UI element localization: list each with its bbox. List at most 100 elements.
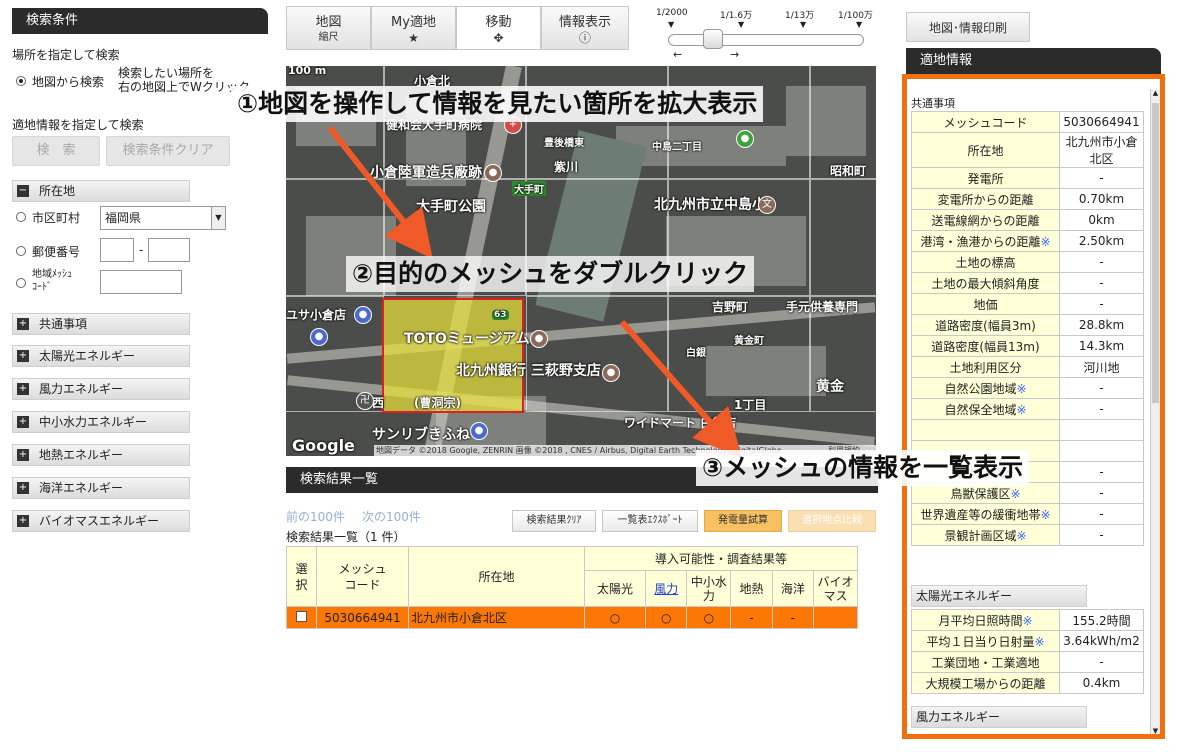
slider-thumb[interactable] [703, 29, 723, 49]
category-small-hydro[interactable]: + 中小水力エネルギー [12, 411, 190, 433]
note-link[interactable]: ※ [1022, 614, 1032, 628]
next-page-link[interactable]: 次の100件 [362, 508, 421, 525]
category-geothermal[interactable]: + 地熱エネルギー [12, 444, 190, 466]
my-site-button[interactable]: My適地 ★ [371, 6, 456, 50]
mesh-cell[interactable] [668, 66, 810, 179]
place-icon[interactable]: ● [530, 330, 548, 348]
info-key: 大規模工場からの距離 [911, 672, 1060, 694]
shop-icon[interactable]: ● [354, 306, 372, 324]
row-biomass [813, 606, 858, 629]
category-label: 地熱エネルギー [39, 448, 124, 462]
zoom-out-arrow-icon[interactable]: → [730, 48, 739, 61]
note-link[interactable]: ※ [1040, 508, 1050, 522]
info-key-text: 平均１日当り日射量 [926, 634, 1035, 649]
search-button[interactable]: 検 索 [12, 136, 100, 166]
info-key-text: 景観計画区域 [944, 528, 1017, 543]
col-select: 選択 [286, 546, 317, 607]
info-value: 北九州市小倉北区 [1059, 132, 1144, 168]
zoom-in-arrow-icon[interactable]: ← [673, 48, 682, 61]
info-key-text: 変電所からの距離 [937, 192, 1034, 207]
col-select-2: 択 [295, 577, 308, 592]
scroll-down-icon[interactable]: ▼ [1151, 727, 1160, 734]
bank-icon[interactable]: ● [602, 364, 620, 382]
postal-code-field-2[interactable] [148, 238, 190, 262]
col-mesh-2: コード [344, 577, 381, 592]
move-button[interactable]: 移動 ✥ [456, 6, 541, 50]
fuel-icon[interactable]: ● [310, 328, 328, 346]
mesh-code-field[interactable] [100, 270, 182, 294]
map-label: TOTOミュージアム [404, 331, 530, 347]
mesh-cell[interactable] [526, 66, 668, 179]
note-link[interactable]: ※ [1016, 382, 1026, 396]
col-wind[interactable]: 風力 [645, 570, 688, 607]
category-common[interactable]: + 共通事項 [12, 313, 190, 335]
info-display-button[interactable]: 情報表示 ⓘ [541, 6, 629, 50]
mesh-code-label-1: 地域ﾒｯｼｭ [32, 269, 72, 280]
col-biomass: バイオマス [813, 570, 858, 607]
mesh-code-radio[interactable] [16, 278, 26, 288]
info-row: 月平均日照時間※ 155.2時間 [911, 609, 1144, 631]
postal-radio[interactable] [16, 246, 26, 256]
map-tool-button[interactable]: 地図 縮尺 [286, 6, 371, 50]
hospital-icon[interactable]: ● [736, 130, 754, 148]
note-link[interactable]: ※ [1034, 635, 1044, 649]
slider-track[interactable] [668, 34, 864, 46]
municipality-radio[interactable] [16, 212, 26, 222]
info-value: - [1059, 524, 1144, 546]
note-link[interactable]: ※ [1040, 235, 1050, 249]
info-key-text: 土地の標高 [955, 255, 1016, 270]
tick-icon: ▼ [800, 20, 807, 29]
row-checkbox-cell[interactable] [286, 606, 317, 629]
col-location: 所在地 [408, 546, 585, 607]
info-key: 送電線網からの距離 [911, 209, 1060, 231]
map-search-radio[interactable] [16, 76, 26, 86]
section-wind: 風力エネルギー [911, 706, 1087, 728]
clear-conditions-button[interactable]: 検索条件クリア [106, 136, 230, 166]
scroll-up-icon[interactable]: ▲ [1151, 89, 1160, 101]
export-list-button[interactable]: 一覧表ｴｸｽﾎﾟｰﾄ [602, 510, 698, 532]
row-solar: ○ [583, 606, 647, 629]
postal-separator: - [139, 243, 144, 257]
power-estimate-button[interactable]: 発電量試算 [704, 510, 782, 532]
mesh-code-radio-label: 地域ﾒｯｼｭ ｺｰﾄﾞ [32, 268, 72, 294]
school-icon[interactable]: 文 [758, 196, 776, 214]
info-row: 大規模工場からの距離 0.4km [911, 672, 1144, 694]
place-icon[interactable]: ● [484, 164, 502, 182]
prefecture-select[interactable]: 福岡県 ▼ [100, 206, 226, 230]
note-link[interactable]: ※ [1016, 529, 1026, 543]
info-icon: ⓘ [578, 31, 591, 45]
map-label: (曹洞宗) [414, 396, 461, 410]
info-row: 地価 - [911, 293, 1144, 315]
col-geothermal: 地熱 [730, 570, 773, 607]
mesh-cell[interactable] [810, 179, 876, 296]
prev-page-link[interactable]: 前の100件 [286, 508, 345, 525]
map-label: 吉野町 [712, 300, 749, 314]
category-wind[interactable]: + 風力エネルギー [12, 378, 190, 400]
postal-code-field-1[interactable] [100, 238, 134, 262]
category-solar[interactable]: + 太陽光エネルギー [12, 345, 190, 367]
scroll-thumb[interactable] [1152, 103, 1159, 403]
map-label: 大手町 [512, 181, 546, 196]
note-link[interactable]: ※ [1016, 403, 1026, 417]
info-value: 2.50km [1059, 230, 1144, 252]
col-group: 導入可能性・調査結果等 [584, 546, 858, 571]
google-logo: Google [292, 436, 355, 455]
shopping-cart-icon[interactable]: ● [470, 422, 488, 440]
info-display-label: 情報表示 [558, 15, 611, 30]
info-key: 土地の標高 [911, 251, 1060, 273]
clear-results-button[interactable]: 検索結果ｸﾘｱ [512, 510, 596, 532]
row-ocean: - [771, 606, 815, 629]
category-location[interactable]: − 所在地 [12, 180, 190, 202]
compare-points-button[interactable]: 選択地点比較 [788, 510, 876, 532]
table-row[interactable]: 5030664941 北九州市小倉北区 ○ ○ ○ - - [286, 606, 858, 629]
info-scrollbar[interactable]: ▲ ▼ [1150, 89, 1160, 734]
section-solar: 太陽光エネルギー [911, 585, 1087, 607]
category-biomass[interactable]: + バイオマスエネルギー [12, 510, 190, 532]
info-row: 変電所からの距離 0.70km [911, 188, 1144, 210]
print-button[interactable]: 地図･情報印刷 [906, 12, 1030, 42]
temple-icon[interactable]: 卍 [356, 392, 374, 410]
row-checkbox[interactable] [296, 610, 307, 622]
note-link[interactable]: ※ [1010, 487, 1020, 501]
category-ocean[interactable]: + 海洋エネルギー [12, 477, 190, 499]
mesh-cell[interactable] [526, 296, 668, 412]
